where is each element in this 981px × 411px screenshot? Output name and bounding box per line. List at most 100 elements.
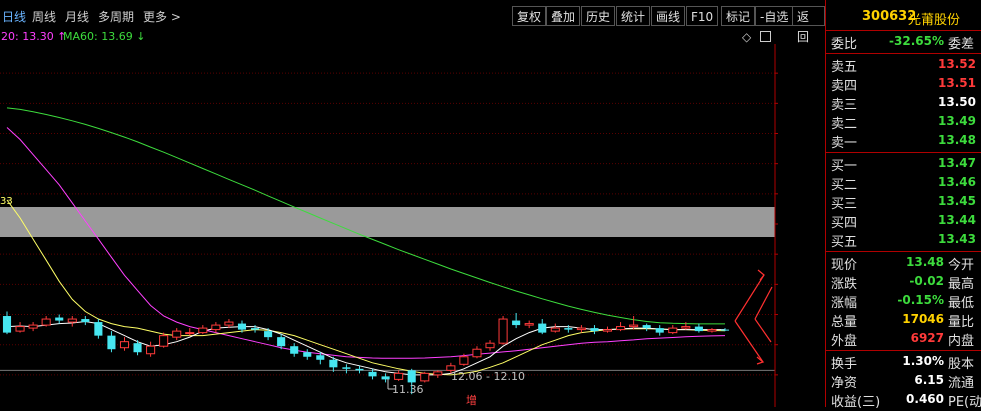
- period-tab-multi[interactable]: 多周期: [98, 8, 134, 25]
- extra-row-label: 收益(三): [831, 395, 881, 410]
- candle-body-up: [668, 327, 678, 334]
- candle-body-down: [512, 320, 521, 326]
- ask-row-label: 卖三: [831, 98, 858, 113]
- weibi-row[interactable]: 委比 -32.65% 委差: [826, 32, 981, 52]
- stat-row-value: -0.15%: [897, 293, 944, 307]
- bid-row[interactable]: 买四 13.44: [826, 211, 981, 231]
- ask-row[interactable]: 卖一 13.48: [826, 131, 981, 151]
- candle-body-down: [407, 370, 416, 383]
- stat-row-value: 17046: [902, 312, 944, 326]
- stat-row-label2: 最低: [948, 296, 975, 311]
- candle-body-down: [264, 331, 273, 338]
- kline-chart[interactable]: 22.0021.0020.0019.0018.0017.0016.0015.00…: [0, 44, 822, 407]
- candle-body-up: [420, 372, 430, 382]
- stat-row-label2: 最高: [948, 277, 975, 292]
- stat-row-label: 现价: [831, 258, 858, 273]
- kline-svg: 22.0021.0020.0019.0018.0017.0016.0015.00…: [0, 44, 822, 407]
- panel-separator: [826, 350, 981, 351]
- candle-body-up: [472, 348, 482, 358]
- window-toggle-icon[interactable]: [760, 31, 771, 42]
- remove-watchlist-button[interactable]: -自选: [755, 6, 794, 26]
- ask-row-value: 13.52: [938, 57, 976, 71]
- overlay-button[interactable]: 叠加: [546, 6, 581, 26]
- f10-button[interactable]: F10: [686, 6, 719, 26]
- candle-body-up: [707, 329, 717, 332]
- candle-body-up: [159, 335, 169, 347]
- bid-row[interactable]: 买二 13.46: [826, 173, 981, 193]
- ask-row[interactable]: 卖四 13.51: [826, 74, 981, 94]
- candle-body-down: [329, 359, 338, 368]
- candle-body-up: [224, 321, 234, 326]
- period-tab-month[interactable]: 月线: [65, 8, 89, 25]
- candle-body-up: [198, 327, 208, 334]
- candle-body-down: [55, 317, 64, 321]
- bid-row[interactable]: 买一 13.47: [826, 154, 981, 174]
- weibi-row-label: 委比: [831, 37, 858, 52]
- draw-line-button[interactable]: 画线: [651, 6, 686, 26]
- weibi-row-label2: 委差: [948, 37, 975, 52]
- candle-body-down: [133, 343, 142, 353]
- stat-row-value: 13.48: [906, 255, 944, 269]
- restore-rights-button[interactable]: 复权: [512, 6, 547, 26]
- stat-row-label2: 内盘: [948, 334, 975, 349]
- diamond-icon[interactable]: ◇: [742, 30, 751, 44]
- candle-body-up: [433, 371, 443, 376]
- ask-row[interactable]: 卖五 13.52: [826, 55, 981, 75]
- ask-row[interactable]: 卖三 13.50: [826, 93, 981, 113]
- candle-body-up: [185, 332, 195, 335]
- period-tab-week[interactable]: 周线: [32, 8, 56, 25]
- candle-body-down: [316, 355, 325, 360]
- stat-row[interactable]: 涨跌 -0.02 最高: [826, 272, 981, 292]
- statistics-button[interactable]: 统计: [616, 6, 651, 26]
- bid-row-label: 买二: [831, 178, 858, 193]
- bid-row[interactable]: 买五 13.43: [826, 230, 981, 250]
- candle-body-up: [67, 318, 77, 323]
- more-menu-button[interactable]: 更多 >: [143, 8, 181, 25]
- extra-row[interactable]: 收益(三) 0.460 PE(动: [826, 390, 981, 410]
- stat-row-label: 总量: [831, 315, 858, 330]
- stat-row-label2: 量比: [948, 315, 975, 330]
- extra-row-label: 净资: [831, 376, 858, 391]
- bid-row-label: 买一: [831, 159, 858, 174]
- mark-button[interactable]: 标记: [721, 6, 756, 26]
- stat-row[interactable]: 涨幅 -0.15% 最低: [826, 291, 981, 311]
- stat-row[interactable]: 外盘 6927 内盘: [826, 329, 981, 349]
- candle-body-up: [616, 326, 626, 331]
- bid-row[interactable]: 买三 13.45: [826, 192, 981, 212]
- extra-row[interactable]: 净资 6.15 流通: [826, 371, 981, 391]
- candle-body-up: [550, 327, 560, 332]
- candle-body-down: [538, 323, 547, 333]
- left-price-label: 33: [0, 196, 13, 207]
- panel-separator: [826, 251, 981, 252]
- weibi-row-value: -32.65%: [889, 34, 944, 48]
- stat-row-value: -0.02: [909, 274, 944, 288]
- extra-row[interactable]: 换手 1.30% 股本: [826, 352, 981, 372]
- ask-row-label: 卖二: [831, 117, 858, 132]
- candle-body-up: [576, 327, 586, 331]
- candle-body-down: [655, 328, 664, 333]
- stat-row-value: 6927: [910, 331, 944, 345]
- history-button[interactable]: 历史: [581, 6, 616, 26]
- panel-separator: [826, 152, 981, 153]
- stat-row[interactable]: 现价 13.48 今开: [826, 253, 981, 273]
- period-tab-day[interactable]: 日线: [2, 8, 26, 25]
- stock-header: 300632 光莆股份: [826, 0, 981, 30]
- panel-separator: [826, 53, 981, 54]
- extra-row-value: 1.30%: [902, 354, 944, 368]
- highlight-band: [0, 207, 775, 237]
- ask-row[interactable]: 卖二 13.49: [826, 112, 981, 132]
- candle-body-up: [485, 342, 495, 349]
- candle-body-down: [303, 352, 312, 357]
- ma20-legend: 20: 13.30 ↑: [1, 30, 67, 43]
- candle-body-down: [94, 322, 103, 336]
- stat-row[interactable]: 总量 17046 量比: [826, 310, 981, 330]
- ask-row-label: 卖四: [831, 79, 858, 94]
- candle-body-up: [15, 326, 25, 332]
- bid-row-label: 买四: [831, 216, 858, 231]
- candle-body-down: [694, 326, 703, 332]
- candle-body-up: [41, 318, 51, 326]
- back-button[interactable]: 返回: [792, 6, 825, 44]
- stat-row-label2: 今开: [948, 258, 975, 273]
- stock-name: 光莆股份: [908, 13, 961, 28]
- extra-row-label2: 流通: [948, 376, 975, 391]
